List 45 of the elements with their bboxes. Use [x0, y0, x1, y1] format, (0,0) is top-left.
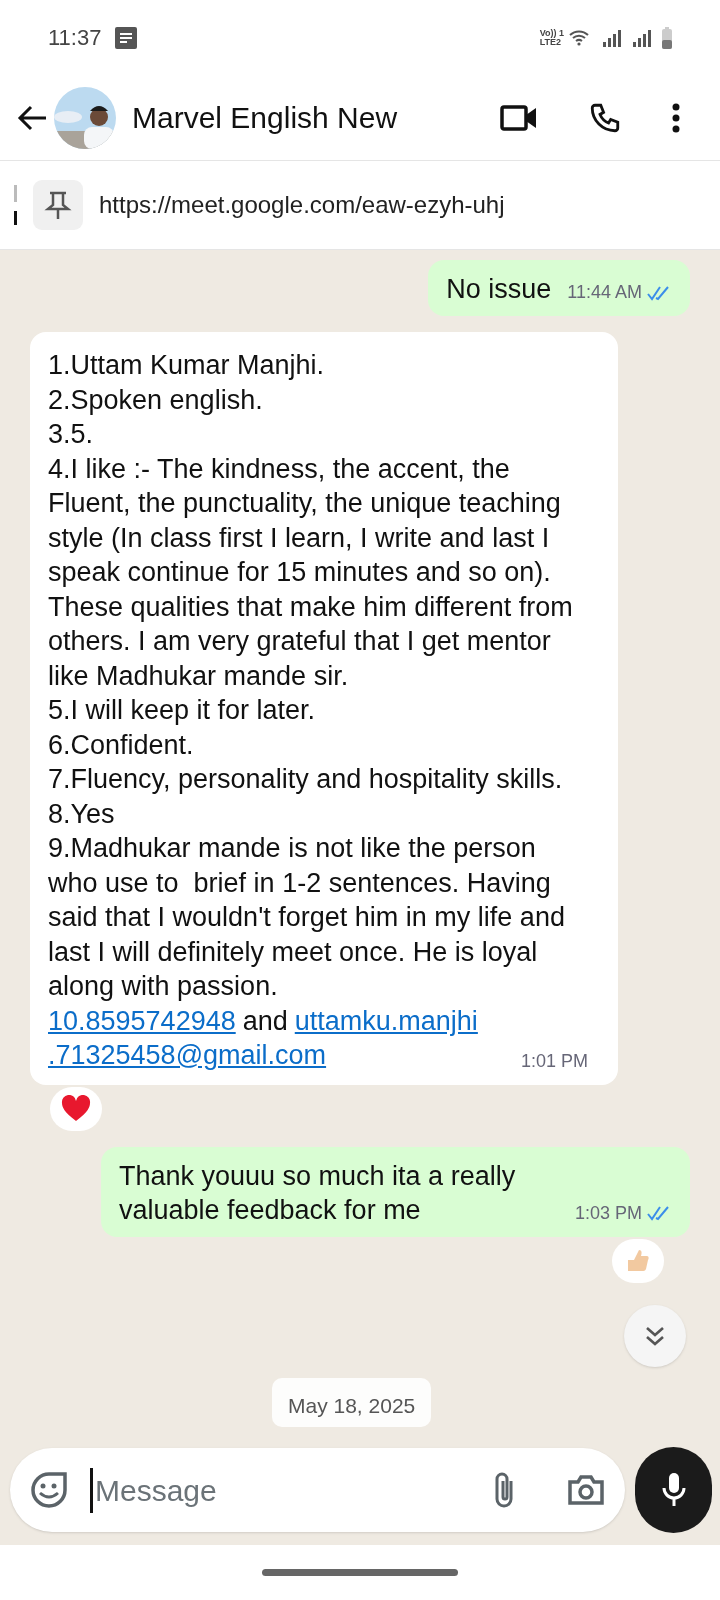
more-options-icon — [672, 102, 680, 133]
message-text: and — [242, 1004, 288, 1038]
battery-icon — [662, 26, 672, 49]
message-time: 1:03 PM — [574, 1201, 642, 1225]
sticker-icon[interactable] — [30, 1471, 68, 1509]
message-link[interactable]: 10.8595742948 — [48, 1003, 236, 1038]
notification-icon — [115, 26, 138, 49]
camera-icon[interactable] — [567, 1473, 605, 1507]
message-link[interactable]: uttamku.manjhi — [294, 1003, 478, 1038]
back-arrow-icon — [16, 103, 48, 132]
message-text: 1.Uttam Kumar Manjhi. — [48, 349, 326, 382]
heart-icon — [61, 1095, 91, 1122]
wifi-icon — [568, 28, 590, 47]
message-time: 11:44 AM — [567, 281, 642, 304]
chat-title[interactable]: Marvel English New — [132, 95, 398, 140]
message-text: 5.I will keep it for later. — [48, 694, 317, 727]
date-chip: May 18, 2025 — [272, 1377, 432, 1427]
pinned-message-text: https://meet.google.com/eaw-ezyh-uhj — [99, 190, 505, 220]
message-text: 9.Madhukar mande is not like the person who use to brief in 1-2 sentences. Having said that I wouldn't forget him in my life and last I will definitely meet once. He is loyal along with passion. — [48, 832, 566, 1003]
message-time: 1:01 PM — [520, 1049, 588, 1073]
message-text: 4.I like :- The kindness, the accent, the Fluent, the punctuality, the unique teaching style (In class first I learn, I write and last I speak continue for 15 minutes and so on). These qualities that make him different from others. I am very grateful that I get mentor like Madhukar mande sir. — [48, 452, 573, 693]
reaction-badge[interactable] — [50, 1086, 102, 1131]
message-text: Thank youuu so much ita a really valuable feedback for me — [118, 1159, 517, 1227]
thumbs-up-icon — [625, 1247, 651, 1274]
video-call-button[interactable] — [500, 103, 538, 132]
pinned-message-bar[interactable]: https://meet.google.com/eaw-ezyh-uhj — [0, 160, 720, 250]
status-time: 11:37 — [48, 24, 102, 52]
message-text: 6.Confident. — [48, 728, 195, 762]
message-text: 3.5. — [48, 418, 95, 451]
microphone-icon — [660, 1472, 687, 1508]
signal-icon — [632, 28, 652, 47]
message-input-field[interactable]: Message — [10, 1448, 625, 1532]
pin-indicator-icon — [14, 185, 17, 225]
menu-button[interactable] — [672, 102, 680, 133]
scroll-down-button[interactable] — [624, 1305, 686, 1367]
message-text: 2.Spoken english. — [48, 383, 264, 417]
message-text: 8.Yes — [48, 797, 116, 831]
message-link[interactable]: .71325458@gmail.com — [48, 1038, 327, 1073]
signal-icon — [602, 28, 622, 47]
message-text: 7.Fluency, personality and hospitality skills. — [48, 763, 564, 796]
message-text: No issue — [446, 273, 552, 306]
pin-icon — [33, 180, 83, 230]
video-camera-icon — [500, 103, 538, 132]
message-input[interactable]: Message — [90, 1467, 481, 1513]
network-label: Vo)) 1 LTE2 — [539, 28, 564, 47]
